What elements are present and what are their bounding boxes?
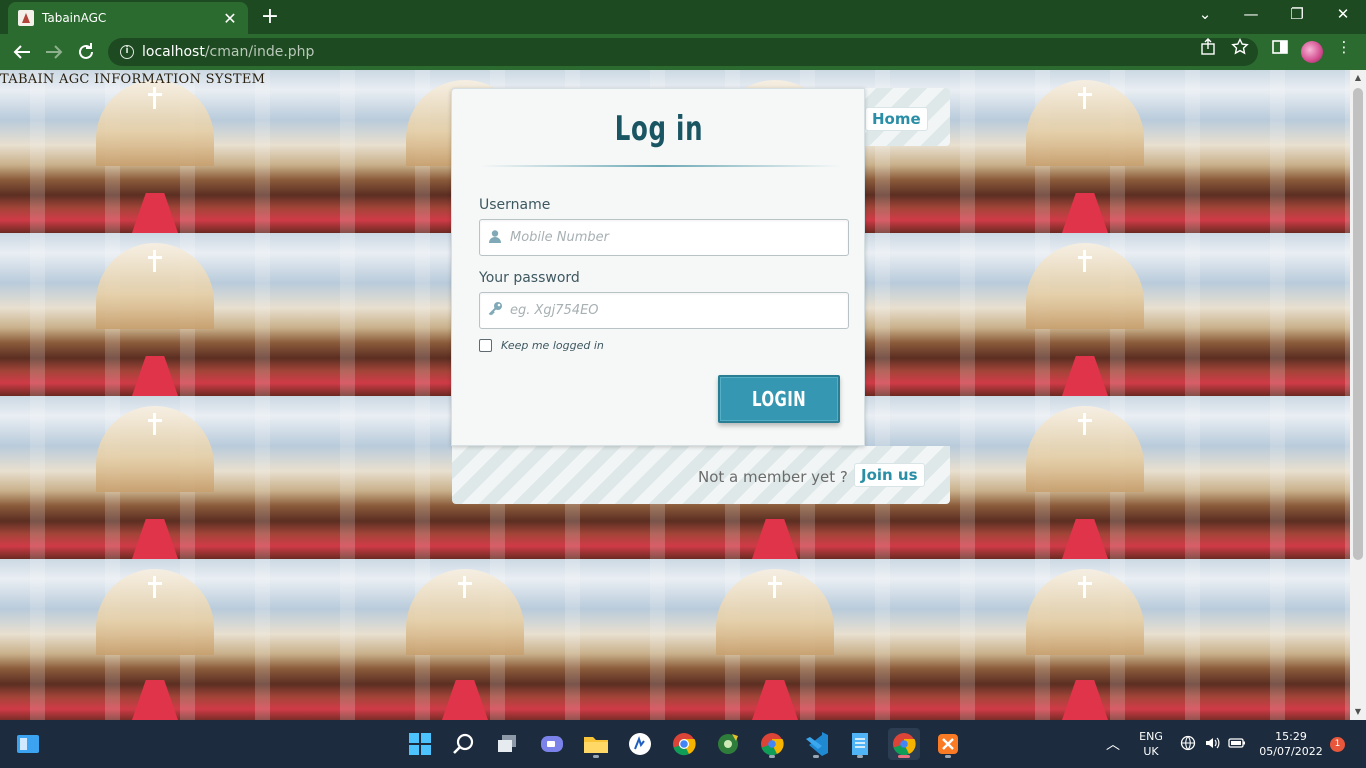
cross-icon bbox=[148, 576, 162, 598]
share-icon[interactable] bbox=[1197, 38, 1219, 60]
login-button[interactable]: LOGIN bbox=[718, 375, 840, 423]
notification-badge[interactable]: 1 bbox=[1330, 737, 1345, 752]
restore-button[interactable]: ❐ bbox=[1274, 5, 1320, 23]
widgets-icon[interactable] bbox=[12, 728, 44, 760]
taskbar: ︿ ENG UK 15:29 05/07/2022 bbox=[0, 720, 1366, 768]
browser-menu-icon[interactable]: ⋮ bbox=[1333, 38, 1355, 56]
show-hidden-icons-icon[interactable]: ︿ bbox=[1106, 734, 1120, 754]
new-tab-button[interactable]: + bbox=[258, 5, 282, 29]
site-heading: TABAIN AGC INFORMATION SYSTEM bbox=[0, 72, 266, 87]
back-arrow-icon[interactable] bbox=[10, 40, 34, 64]
aisle-carpet-image bbox=[132, 680, 178, 720]
vscode-icon[interactable] bbox=[800, 728, 832, 760]
join-us-link[interactable]: Join us bbox=[854, 463, 925, 487]
xampp-icon[interactable] bbox=[932, 728, 964, 760]
start-windows-icon[interactable] bbox=[404, 728, 436, 760]
page-background: TABAIN AGC INFORMATION SYSTEM Home Not a… bbox=[0, 70, 1350, 720]
browser-title-bar: TabainAGC ✕ + ⌄ — ❐ ✕ bbox=[0, 0, 1366, 34]
aisle-carpet-image bbox=[132, 356, 178, 396]
url-path: /cman/inde.php bbox=[204, 44, 315, 60]
aisle-carpet-image bbox=[1062, 680, 1108, 720]
file-explorer-icon[interactable] bbox=[580, 728, 612, 760]
aisle-carpet-image bbox=[752, 680, 798, 720]
address-bar[interactable]: i localhost/cman/inde.php bbox=[108, 38, 1258, 66]
chrome-icon[interactable] bbox=[668, 728, 700, 760]
browser-app-icon[interactable] bbox=[712, 728, 744, 760]
running-indicator bbox=[593, 755, 599, 758]
browser-tab[interactable]: TabainAGC ✕ bbox=[8, 2, 248, 34]
cross-icon bbox=[1078, 250, 1092, 272]
running-indicator bbox=[857, 755, 863, 758]
aisle-carpet-image bbox=[1062, 519, 1108, 559]
browser-toolbar: i localhost/cman/inde.php ⋮ bbox=[0, 34, 1366, 70]
username-label: Username bbox=[479, 197, 551, 213]
region-indicator[interactable]: UK bbox=[1136, 745, 1166, 758]
aisle-carpet-image bbox=[442, 680, 488, 720]
cross-icon bbox=[148, 250, 162, 272]
cross-icon bbox=[458, 576, 472, 598]
site-favicon-icon bbox=[18, 10, 34, 26]
scroll-up-arrow-icon[interactable]: ▲ bbox=[1350, 70, 1366, 86]
close-window-button[interactable]: ✕ bbox=[1320, 5, 1366, 23]
tab-search-icon[interactable]: ⌄ bbox=[1182, 5, 1228, 23]
bookmark-star-icon[interactable] bbox=[1229, 37, 1251, 60]
cross-icon bbox=[1078, 413, 1092, 435]
reload-icon[interactable] bbox=[74, 40, 98, 64]
scroll-down-arrow-icon[interactable]: ▼ bbox=[1350, 704, 1366, 720]
side-panel-icon[interactable] bbox=[1269, 38, 1291, 60]
chrome-active-icon[interactable] bbox=[888, 728, 920, 760]
running-indicator bbox=[769, 755, 775, 758]
site-info-icon[interactable]: i bbox=[120, 45, 134, 59]
clock-time[interactable]: 15:29 bbox=[1258, 730, 1324, 743]
battery-icon[interactable] bbox=[1228, 736, 1246, 753]
login-button-label: LOGIN bbox=[751, 387, 807, 411]
login-title: Log in bbox=[614, 109, 704, 149]
network-icon[interactable] bbox=[1180, 735, 1196, 754]
aisle-carpet-image bbox=[132, 519, 178, 559]
remember-me[interactable]: Keep me logged in bbox=[479, 339, 604, 352]
tab-title: TabainAGC bbox=[42, 11, 107, 25]
chrome-profile-icon[interactable] bbox=[756, 728, 788, 760]
clock-date[interactable]: 05/07/2022 bbox=[1258, 745, 1324, 758]
active-indicator bbox=[898, 755, 910, 758]
not-member-text: Not a member yet ? bbox=[698, 468, 848, 486]
scroll-thumb[interactable] bbox=[1353, 88, 1363, 560]
volume-icon[interactable] bbox=[1204, 735, 1220, 754]
page-scrollbar[interactable]: ▲ ▼ bbox=[1350, 70, 1366, 720]
aisle-carpet-image bbox=[132, 193, 178, 233]
remember-checkbox[interactable] bbox=[479, 339, 492, 352]
cross-icon bbox=[1078, 87, 1092, 109]
cross-icon bbox=[768, 576, 782, 598]
search-icon[interactable] bbox=[448, 728, 480, 760]
aisle-carpet-image bbox=[1062, 193, 1108, 233]
aisle-carpet-image bbox=[752, 519, 798, 559]
username-field[interactable] bbox=[479, 219, 849, 256]
app-icon[interactable] bbox=[624, 728, 656, 760]
url-host: localhost bbox=[142, 44, 205, 60]
cross-icon bbox=[148, 87, 162, 109]
tab-close-icon[interactable]: ✕ bbox=[222, 9, 238, 28]
aisle-carpet-image bbox=[1062, 356, 1108, 396]
user-icon bbox=[480, 229, 510, 247]
chat-icon[interactable] bbox=[536, 728, 568, 760]
profile-avatar[interactable] bbox=[1301, 41, 1323, 63]
task-view-icon[interactable] bbox=[492, 728, 524, 760]
password-field[interactable] bbox=[479, 292, 849, 329]
login-form: Log in Username Your password Keep me lo… bbox=[451, 88, 865, 446]
remember-label: Keep me logged in bbox=[501, 339, 604, 352]
password-label: Your password bbox=[479, 270, 580, 286]
cross-icon bbox=[148, 413, 162, 435]
key-icon bbox=[480, 301, 510, 320]
home-link[interactable]: Home bbox=[865, 107, 928, 131]
username-input[interactable] bbox=[510, 230, 830, 245]
cross-icon bbox=[1078, 576, 1092, 598]
title-divider bbox=[480, 165, 840, 167]
language-indicator[interactable]: ENG bbox=[1136, 730, 1166, 743]
notepad-icon[interactable] bbox=[844, 728, 876, 760]
running-indicator bbox=[945, 755, 951, 758]
forward-arrow-icon[interactable] bbox=[42, 40, 66, 64]
running-indicator bbox=[813, 755, 819, 758]
minimize-button[interactable]: — bbox=[1228, 5, 1274, 23]
password-input[interactable] bbox=[510, 303, 830, 318]
